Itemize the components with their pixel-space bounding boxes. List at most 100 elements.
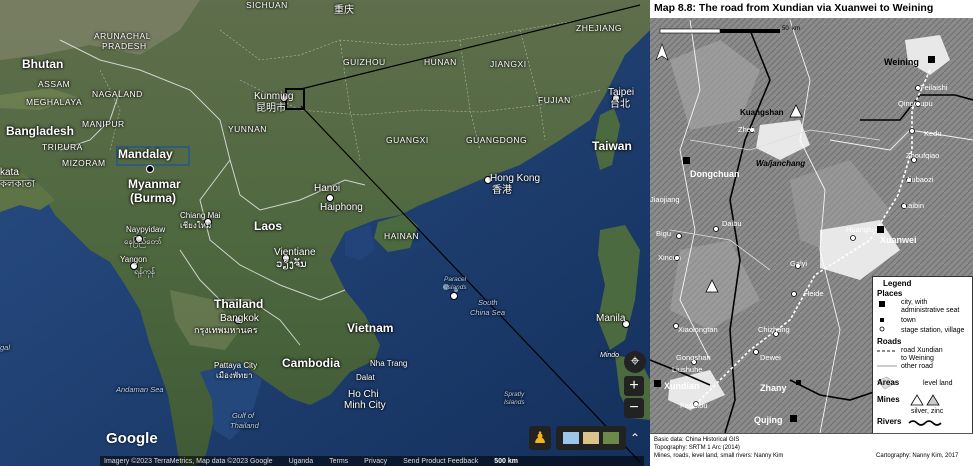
city-label: Nha Trang: [370, 359, 408, 368]
province-label: TRIPURA: [42, 142, 83, 152]
province-label: HUNAN: [424, 57, 457, 67]
city-label-mandalay: Mandalay: [118, 147, 173, 161]
country-label: Bhutan: [22, 57, 64, 71]
city-label: kata: [0, 167, 19, 178]
place-label: Xiaolongtan: [678, 325, 718, 334]
city-label: 昆明市: [256, 103, 286, 114]
city-label: เชียงใหม่: [180, 221, 212, 230]
country-label: Laos: [254, 219, 283, 233]
place-label: Heide: [804, 289, 824, 298]
imagery-credit: Imagery ©2023 TerraMetrics, Map data ©20…: [104, 457, 273, 465]
sea-label: Islands: [446, 284, 467, 291]
figure: Bhutan Bangladesh Myanmar (Burma) Laos T…: [0, 0, 973, 466]
map-layer-icon: [563, 432, 579, 444]
location-button[interactable]: ⌖: [624, 351, 646, 373]
expand-icon[interactable]: ⌃: [628, 430, 642, 446]
province-label: SICHUAN: [246, 0, 288, 10]
scale-label[interactable]: 500 km: [494, 458, 518, 465]
province-label: GUIZHOU: [343, 57, 386, 67]
google-logo: Google: [106, 430, 158, 447]
place-label: Daibu: [722, 219, 742, 228]
layers-thumbnails[interactable]: [556, 426, 626, 450]
sea-label: Andaman Sea: [116, 385, 164, 394]
minus-icon: −: [629, 399, 639, 416]
place-label: Wa/janchang: [756, 159, 806, 168]
province-label: ASSAM: [38, 79, 71, 89]
province-label: NAGALAND: [92, 89, 143, 99]
province-label: ZHEJIANG: [576, 23, 623, 33]
country-label: Vietnam: [347, 321, 394, 335]
place-label: Kuangshan: [740, 108, 784, 117]
place-label: Fadatou: [680, 401, 708, 410]
sea-label: gal: [0, 343, 11, 352]
inset-credits: Basic data: China Historical GIS Topogra…: [650, 433, 973, 466]
legend-areas-header: Areas: [877, 378, 900, 387]
satellite-layer-icon: [603, 432, 619, 444]
credit-line: Mines, roads, level land, small rivers: …: [654, 453, 784, 459]
attribution-bar: Imagery ©2023 TerraMetrics, Map data ©20…: [100, 456, 644, 466]
place-label: Kedu: [924, 129, 942, 138]
city-label: Manila: [596, 313, 626, 324]
city-label: Vientiane: [274, 247, 316, 258]
crosshair-icon: ⌖: [630, 353, 640, 370]
city-label: ວຽງຈັນ: [276, 259, 307, 270]
place-label: Galyi: [790, 259, 808, 268]
city-dot: [450, 292, 458, 300]
satellite-map[interactable]: Bhutan Bangladesh Myanmar (Burma) Laos T…: [0, 0, 650, 466]
sea-label: Gulf of: [232, 411, 255, 420]
city-label: Dalat: [356, 373, 375, 382]
sea-label: Spratly: [504, 391, 525, 398]
place-label: Laibin: [904, 201, 925, 210]
city-label: 台北: [610, 99, 630, 110]
province-label: ARUNACHAL: [94, 31, 151, 41]
legend-item: administrative seat: [901, 307, 960, 314]
country-label: (Burma): [130, 191, 177, 205]
pegman-icon: ♟: [532, 430, 548, 447]
credit-line: Cartography: Nanny Kim, 2017: [876, 453, 959, 459]
place-label: Chizhang: [758, 325, 790, 334]
city-label: ရန်ကုန်: [134, 267, 155, 276]
legend-item: level land: [923, 380, 953, 387]
terms-link[interactable]: Terms: [329, 458, 348, 465]
city-label: Chiang Mai: [180, 211, 221, 220]
city-label: Naypyidaw: [126, 225, 166, 234]
inset-map: Map 8.8: The road from Xundian via Xuanw…: [650, 0, 973, 466]
legend-item: to Weining: [901, 355, 934, 362]
legend-roads-header: Roads: [877, 337, 902, 346]
satellite-terrain: [0, 0, 650, 466]
place-label: Liushuhe: [672, 365, 703, 374]
city-label: 重庆: [334, 5, 354, 16]
country-label: Cambodia: [282, 356, 341, 370]
legend-item: silver, zinc: [911, 408, 944, 415]
sea-label: Thailand: [230, 421, 259, 430]
place-label: Xundian: [664, 381, 700, 391]
province-label: GUANGXI: [386, 135, 429, 145]
feedback-link[interactable]: Send Product Feedback: [403, 458, 478, 465]
sea-label: Islands: [504, 399, 525, 406]
sea-label: South: [478, 298, 498, 307]
legend-item: town: [901, 317, 916, 324]
country-label: Bangladesh: [6, 124, 75, 138]
place-label: Dongchuan: [690, 169, 740, 179]
place-label: Xincun: [658, 253, 681, 262]
credit-line: Basic data: China Historical GIS: [654, 437, 740, 443]
province-label: FUJIAN: [538, 95, 571, 105]
privacy-link[interactable]: Privacy: [364, 458, 387, 465]
zoom-in-button[interactable]: +: [624, 376, 644, 396]
city-label: နေပြည်တော်: [124, 237, 162, 246]
province-label: MANIPUR: [82, 119, 125, 129]
street-view-pegman[interactable]: ♟: [529, 426, 551, 450]
region-link[interactable]: Uganda: [289, 458, 314, 465]
sea-label: Paracel: [444, 276, 467, 283]
zoom-out-button[interactable]: −: [624, 398, 644, 418]
province-label: HAINAN: [384, 231, 420, 241]
legend-rivers-header: Rivers: [877, 417, 902, 426]
city-label: Kunming: [254, 91, 294, 102]
province-label: YUNNAN: [228, 124, 267, 134]
city-dot: [326, 194, 334, 202]
place-label: Jiubaozi: [906, 175, 934, 184]
city-label: Haiphong: [320, 202, 363, 213]
city-label: Bangkok: [220, 313, 259, 324]
legend-title: Legend: [883, 279, 912, 288]
province-label: MEGHALAYA: [26, 97, 83, 107]
